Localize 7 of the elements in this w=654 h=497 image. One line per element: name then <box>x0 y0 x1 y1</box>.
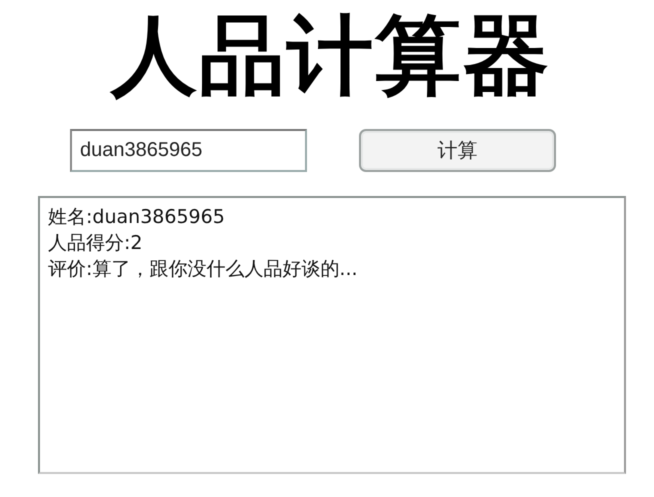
result-line: 姓名:duan3865965 <box>48 205 226 230</box>
result-line: 人品得分:2 <box>48 231 144 256</box>
result-line: 评价:算了，跟你没什么人品好谈的... <box>48 257 359 282</box>
result-text-area[interactable]: 姓名:duan3865965 人品得分:2 评价:算了，跟你没什么人品好谈的... <box>38 196 626 474</box>
page-title: 人品计算器 <box>108 5 552 108</box>
calculate-button[interactable]: 计算 <box>359 129 556 172</box>
name-input-field[interactable]: duan3865965 <box>70 129 307 172</box>
